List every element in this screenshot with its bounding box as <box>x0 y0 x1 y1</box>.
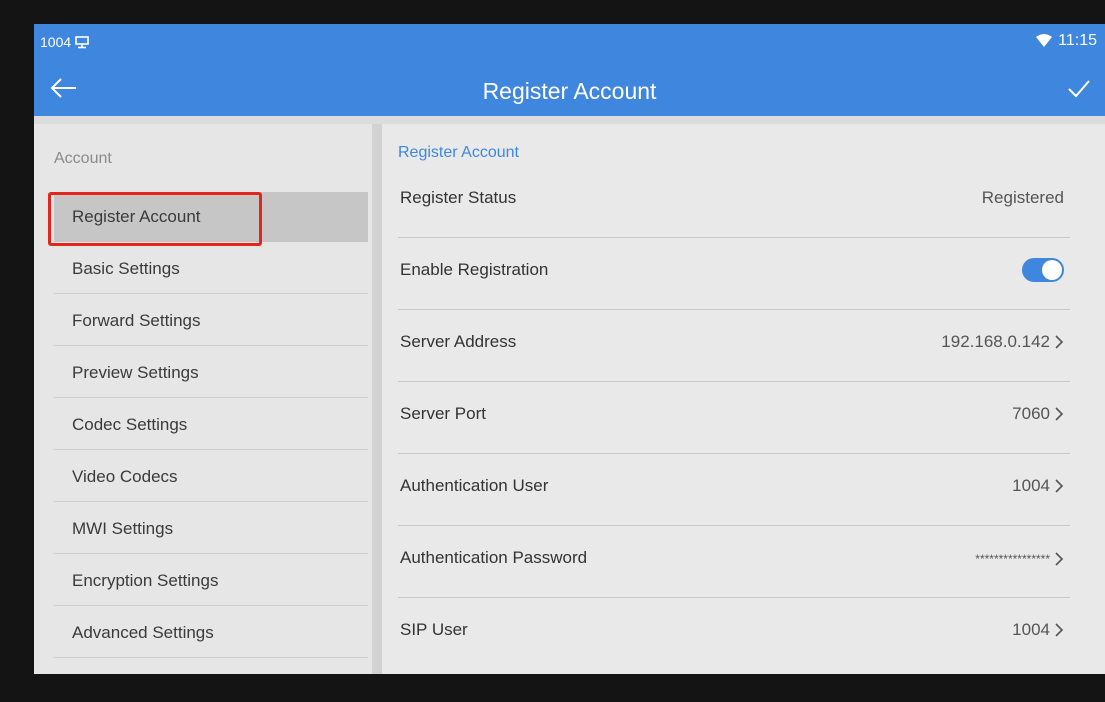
authentication-user-value: 1004 <box>1012 476 1064 496</box>
register-status-row: Register Status Registered <box>398 166 1070 238</box>
title-bar: 1004 11:15 Register Account <box>34 24 1105 116</box>
row-label: Authentication Password <box>400 548 588 567</box>
authentication-user-row[interactable]: Authentication User 1004 <box>398 454 1070 526</box>
sidebar-item-basic-settings[interactable]: Basic Settings <box>54 244 368 294</box>
row-label: SIP User <box>400 620 468 639</box>
sidebar-category: Account <box>54 150 112 167</box>
sidebar-item-encryption-settings[interactable]: Encryption Settings <box>54 556 368 606</box>
chevron-right-icon <box>1055 479 1064 493</box>
ethernet-icon <box>75 36 89 49</box>
sidebar-item-label: Video Codecs <box>72 466 178 486</box>
row-label: Enable Registration <box>400 260 549 279</box>
server-address-value: 192.168.0.142 <box>941 332 1064 352</box>
sidebar-item-label: Forward Settings <box>72 310 201 330</box>
row-value: 7060 <box>1012 404 1050 423</box>
status-right: 11:15 <box>1036 32 1097 50</box>
sidebar-item-register-account[interactable]: Register Account <box>54 192 368 242</box>
wifi-icon <box>1036 34 1053 47</box>
toggle-knob <box>1042 260 1062 280</box>
row-value: **************** <box>975 552 1050 566</box>
sidebar-item-label: Advanced Settings <box>72 622 214 642</box>
sidebar-item-label: Encryption Settings <box>72 570 219 590</box>
row-label: Server Address <box>400 332 517 351</box>
sidebar-item-label: Register Account <box>72 207 201 226</box>
server-port-value: 7060 <box>1012 404 1064 424</box>
sidebar-item-preview-settings[interactable]: Preview Settings <box>54 348 368 398</box>
chevron-right-icon <box>1055 335 1064 349</box>
clock: 11:15 <box>1058 32 1097 49</box>
chevron-right-icon <box>1055 623 1064 637</box>
sidebar-item-advanced-settings[interactable]: Advanced Settings <box>54 608 368 658</box>
panel-divider <box>372 124 382 674</box>
enable-registration-row: Enable Registration <box>398 238 1070 310</box>
enable-registration-toggle[interactable] <box>1022 258 1064 282</box>
server-address-row[interactable]: Server Address 192.168.0.142 <box>398 310 1070 382</box>
register-status-value: Registered <box>982 188 1064 208</box>
section-title: Register Account <box>398 144 519 161</box>
row-value: 1004 <box>1012 620 1050 639</box>
row-label: Register Status <box>400 188 517 207</box>
sidebar-item-label: Preview Settings <box>72 362 199 382</box>
account-number: 1004 <box>40 34 72 50</box>
row-label: Server Port <box>400 404 486 423</box>
sidebar-item-forward-settings[interactable]: Forward Settings <box>54 296 368 346</box>
server-port-row[interactable]: Server Port 7060 <box>398 382 1070 454</box>
row-value: 1004 <box>1012 476 1050 495</box>
sidebar-item-label: MWI Settings <box>72 518 174 538</box>
sip-user-value: 1004 <box>1012 620 1064 640</box>
settings-content: Register Account Register Status Registe… <box>382 124 1105 674</box>
sidebar-item-label: Basic Settings <box>72 258 180 278</box>
authentication-password-value: **************** <box>975 552 1064 566</box>
authentication-password-row[interactable]: Authentication Password **************** <box>398 526 1070 598</box>
row-value: 192.168.0.142 <box>941 332 1050 351</box>
sidebar-item-mwi-settings[interactable]: MWI Settings <box>54 504 368 554</box>
row-label: Authentication User <box>400 476 549 495</box>
sidebar-item-codec-settings[interactable]: Codec Settings <box>54 400 368 450</box>
status-left: 1004 <box>40 34 89 50</box>
checkmark-icon[interactable] <box>1063 72 1095 104</box>
sidebar-item-label: Codec Settings <box>72 414 188 434</box>
chevron-right-icon <box>1055 407 1064 421</box>
settings-sidebar: Account Register Account Basic Settings … <box>34 124 372 674</box>
row-value: Registered <box>981 188 1064 207</box>
page-title: Register Account <box>482 78 657 104</box>
device-screen: 1004 11:15 Register Account Account Regi… <box>34 24 1105 674</box>
chevron-right-icon <box>1055 552 1064 566</box>
sidebar-item-video-codecs[interactable]: Video Codecs <box>54 452 368 502</box>
sip-user-row[interactable]: SIP User 1004 <box>398 598 1070 670</box>
